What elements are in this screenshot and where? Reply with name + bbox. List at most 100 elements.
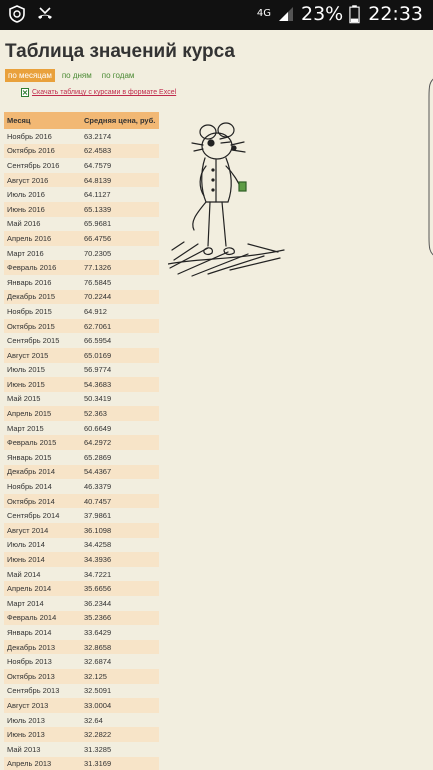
column-header-price: Средняя цена, руб. [81,112,159,129]
table-row: Октябрь 2013 32.125 [4,668,159,684]
cell-month: Июнь 2014 [4,552,81,567]
cell-month: Январь 2014 [4,625,81,640]
cell-price: 56.9774 [81,362,159,378]
cell-price: 35.6656 [81,581,159,596]
cell-month: Декабрь 2013 [4,639,81,655]
table-row: Июль 2014 34.4258 [4,537,159,553]
table-row: Июль 2015 56.9774 [4,362,159,378]
cell-month: Август 2015 [4,347,81,363]
cell-month: Октябрь 2016 [4,143,81,159]
cell-month: Октябрь 2014 [4,493,81,509]
cell-price: 40.7457 [81,493,159,509]
cell-price: 32.8658 [81,639,159,655]
cell-month: Август 2016 [4,172,81,188]
cell-month: Июль 2013 [4,712,81,728]
cell-month: Сентябрь 2015 [4,333,81,348]
rate-table: Месяц Средняя цена, руб. Ноябрь 2016 63.2… [4,112,159,770]
cell-price: 65.1339 [81,201,159,217]
tab-by-years[interactable]: по годам [99,69,138,82]
cell-price: 70.2244 [81,289,159,305]
table-row: Октябрь 2014 40.7457 [4,493,159,509]
cell-price: 34.3936 [81,552,159,567]
download-excel-link[interactable]: Скачать таблицу с курсами в формате Exce… [21,88,176,97]
download-excel-label[interactable]: Скачать таблицу с курсами в формате Exce… [32,89,176,96]
cell-month: Июнь 2013 [4,727,81,742]
side-panel-edge [428,78,433,256]
battery-percent: 23% [301,3,344,25]
cell-price: 31.3169 [81,756,159,770]
cell-month: Август 2013 [4,698,81,713]
table-row: Ноябрь 2015 64.912 [4,304,159,319]
cell-price: 63.2174 [81,129,159,144]
tab-by-months[interactable]: по месяцам [5,69,55,82]
cell-month: Май 2013 [4,741,81,757]
table-row: Октябрь 2015 62.7061 [4,318,159,334]
cell-price: 31.3285 [81,741,159,757]
cell-month: Декабрь 2014 [4,464,81,480]
tab-by-days[interactable]: по дням [59,69,95,82]
cell-month: Март 2015 [4,420,81,436]
cell-price: 64.8139 [81,172,159,188]
cell-month: Март 2016 [4,245,81,261]
cell-price: 34.7221 [81,566,159,582]
shield-icon [9,5,25,23]
cell-month: Сентябрь 2013 [4,683,81,699]
table-row: Ноябрь 2014 46.3379 [4,479,159,494]
table-row: Май 2014 34.7221 [4,566,159,582]
cell-price: 32.6874 [81,654,159,669]
cell-price: 46.3379 [81,479,159,494]
cartoon-mouse-illustration [168,122,285,277]
table-row: Март 2014 36.2344 [4,596,159,611]
cell-month: Сентябрь 2014 [4,508,81,524]
table-row: Декабрь 2014 54.4367 [4,464,159,480]
cell-month: Май 2014 [4,566,81,582]
cell-month: Февраль 2014 [4,610,81,626]
table-row: Сентябрь 2014 37.9861 [4,508,159,524]
table-row: Июнь 2013 32.2822 [4,727,159,742]
table-row: Февраль 2014 35.2366 [4,610,159,626]
cell-month: Март 2014 [4,596,81,611]
cell-month: Октябрь 2013 [4,668,81,684]
table-row: Октябрь 2016 62.4583 [4,143,159,159]
cell-price: 77.1326 [81,260,159,275]
cell-price: 34.4258 [81,537,159,553]
status-bar: 4G 23% 22:33 [0,0,433,30]
table-row: Июнь 2014 34.3936 [4,552,159,567]
cell-price: 64.1127 [81,187,159,202]
cell-price: 37.9861 [81,508,159,524]
table-row: Ноябрь 2016 63.2174 [4,129,159,144]
cell-price: 62.4583 [81,143,159,159]
cell-month: Январь 2016 [4,274,81,290]
cell-month: Ноябрь 2015 [4,304,81,319]
cell-price: 64.7579 [81,158,159,173]
table-row: Январь 2015 65.2869 [4,450,159,465]
cell-month: Август 2014 [4,523,81,538]
table-row: Декабрь 2015 70.2244 [4,289,159,305]
table-row: Май 2016 65.9681 [4,216,159,232]
missed-call-icon [38,7,52,19]
cell-price: 36.1098 [81,523,159,538]
cell-month: Май 2015 [4,391,81,407]
table-row: Март 2015 60.6649 [4,420,159,436]
table-row: Декабрь 2013 32.8658 [4,639,159,655]
cell-month: Сентябрь 2016 [4,158,81,173]
table-header-row: Месяц Средняя цена, руб. [4,112,159,129]
table-row: Сентябрь 2015 66.5954 [4,333,159,348]
cell-price: 54.4367 [81,464,159,480]
cell-month: Апрель 2013 [4,756,81,770]
cell-month: Январь 2015 [4,450,81,465]
cell-price: 35.2366 [81,610,159,626]
cell-month: Ноябрь 2014 [4,479,81,494]
cell-month: Июнь 2015 [4,377,81,392]
cell-month: Октябрь 2015 [4,318,81,334]
cell-price: 52.363 [81,406,159,421]
cell-price: 32.125 [81,668,159,684]
table-row: Август 2015 65.0169 [4,347,159,363]
cell-price: 54.3683 [81,377,159,392]
network-type: 4G [256,8,271,19]
table-row: Январь 2014 33.6429 [4,625,159,640]
page-title: Таблица значений курса [5,41,235,62]
cell-month: Февраль 2016 [4,260,81,275]
cell-month: Апрель 2016 [4,231,81,246]
cell-price: 36.2344 [81,596,159,611]
